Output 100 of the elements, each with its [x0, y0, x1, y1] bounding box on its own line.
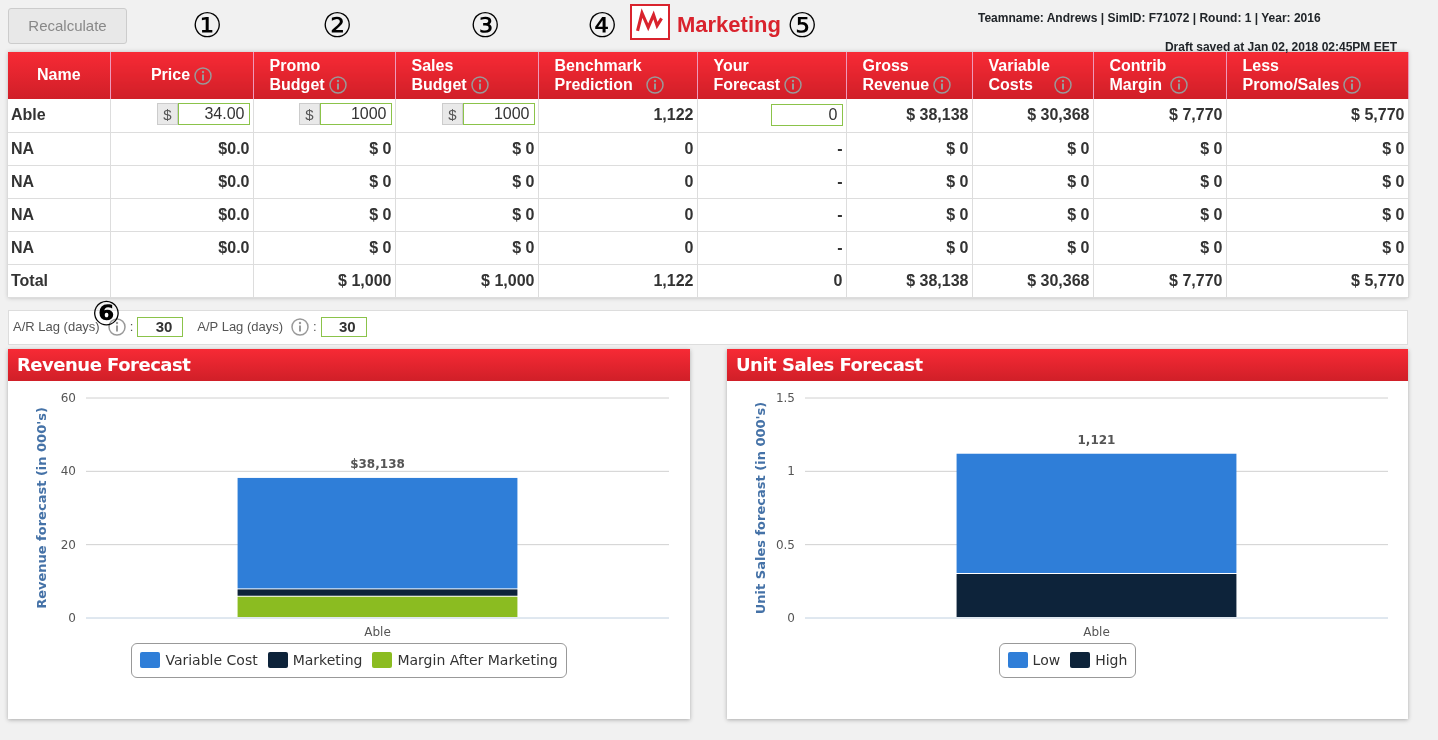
table-cell: $ 0	[253, 198, 395, 231]
number-input[interactable]: 1000	[319, 103, 392, 126]
table-cell: $ 0	[972, 198, 1093, 231]
axis-tick-label: 0	[68, 610, 76, 625]
table-cell: 1,122	[538, 264, 697, 297]
table-cell: $ 0	[253, 165, 395, 198]
number-input[interactable]: 34.00	[177, 103, 250, 126]
axis-tick-label: 1.5	[775, 390, 795, 405]
axis-tick-label: 40	[60, 463, 76, 478]
column-header: Sales Budget	[395, 52, 538, 99]
table-cell: 1,122	[538, 99, 697, 132]
table-cell: Total	[8, 264, 110, 297]
axis-title: Unit Sales forecast (in 000's)	[753, 401, 768, 614]
legend-swatch	[372, 651, 393, 668]
legend-label[interactable]: Variable Cost	[165, 651, 258, 668]
table-cell: $ 38,138	[846, 99, 972, 132]
table-cell: $ 0	[972, 132, 1093, 165]
table-cell: $0.0	[110, 132, 253, 165]
info-icon	[291, 318, 310, 336]
panel-title: Unit Sales Forecast	[727, 348, 1408, 381]
table-cell: $ 0	[1093, 198, 1226, 231]
currency-addon: $	[442, 103, 463, 126]
data-label: $38,138	[350, 456, 405, 471]
table-cell: 0	[538, 132, 697, 165]
number-input[interactable]: 1000	[462, 103, 535, 126]
table-cell: $ 0	[395, 132, 538, 165]
column-header: Promo Budget	[253, 52, 395, 99]
callout-number: ①	[192, 8, 223, 42]
table-cell: $ 7,770	[1093, 264, 1226, 297]
currency-addon: $	[299, 103, 320, 126]
table-cell: $ 0	[846, 231, 972, 264]
colon-label: :	[313, 318, 317, 337]
table-cell: $ 0	[395, 165, 538, 198]
table-cell: $ 0	[1226, 132, 1408, 165]
axis-tick-label: 1	[787, 463, 795, 478]
legend-swatch	[267, 651, 288, 668]
column-header: Variable Costs	[972, 52, 1093, 99]
legend-swatch	[1007, 651, 1028, 668]
axis-category-label: Able	[1083, 624, 1110, 639]
table-cell: -	[697, 231, 846, 264]
column-header: Name	[8, 52, 110, 99]
table-cell: Able	[8, 99, 110, 132]
axis-category-label: Able	[364, 624, 391, 639]
axis-tick-label: 20	[60, 537, 76, 552]
axis-tick-label: 0.5	[775, 537, 795, 552]
table-cell: $ 0	[972, 231, 1093, 264]
table-cell: $ 0	[1226, 231, 1408, 264]
table-cell: $ 0	[1093, 165, 1226, 198]
table-cell: $ 0	[846, 132, 972, 165]
table-cell: $ 0	[395, 231, 538, 264]
table-cell: $ 1,000	[253, 264, 395, 297]
axis-tick-label: 0	[787, 610, 795, 625]
table-cell: $ 5,770	[1226, 99, 1408, 132]
legend-label[interactable]: High	[1095, 651, 1128, 668]
legend-label[interactable]: Margin After Marketing	[397, 651, 558, 668]
column-header: Contrib Margin	[1093, 52, 1226, 99]
legend-swatch	[1070, 651, 1091, 668]
table-cell: NA	[8, 231, 110, 264]
table-cell: -	[697, 165, 846, 198]
table-cell: -	[697, 198, 846, 231]
table-cell: 0	[538, 165, 697, 198]
data-label: 1,121	[1077, 432, 1116, 447]
table-cell: 0	[538, 198, 697, 231]
team-info: Teamname: Andrews | SimID: F71072 | Round: 1 | Year: 2016	[978, 12, 1322, 26]
legend-label[interactable]: Marketing	[292, 651, 363, 668]
column-header: Benchmark Prediction	[538, 52, 697, 99]
column-header: Less Promo/Sales	[1226, 52, 1408, 99]
axis-tick-label: 60	[60, 390, 76, 405]
callout-number: ②	[322, 8, 353, 42]
table-cell: $ 0	[253, 132, 395, 165]
legend-label[interactable]: Low	[1032, 651, 1061, 668]
table-cell: 0	[538, 231, 697, 264]
lag-input[interactable]: 30	[137, 317, 184, 337]
table-cell: $ 0	[1093, 132, 1226, 165]
table-cell: $0.0	[110, 231, 253, 264]
table-cell: $ 0	[1226, 165, 1408, 198]
axis-title: Revenue forecast (in 000's)	[34, 406, 49, 609]
callout-number: ③	[470, 8, 501, 42]
table-cell: $ 5,770	[1226, 264, 1408, 297]
table-cell: $ 0	[972, 165, 1093, 198]
currency-addon: $	[157, 103, 178, 126]
callout-number: ④	[587, 8, 618, 42]
table-cell: $ 0	[253, 231, 395, 264]
app-title: Marketing	[677, 11, 781, 39]
table-cell: $ 0	[395, 198, 538, 231]
table-cell: $ 30,368	[972, 99, 1093, 132]
table-cell: NA	[8, 198, 110, 231]
callout-number: ⑤	[787, 8, 818, 42]
table-cell: $ 7,770	[1093, 99, 1226, 132]
colon-label: :	[129, 318, 134, 337]
field-label: A/P Lag (days)	[197, 318, 284, 337]
lag-input[interactable]: 30	[320, 317, 367, 337]
number-input[interactable]: 0	[770, 104, 843, 127]
table-cell: $ 0	[846, 165, 972, 198]
column-header: Price	[110, 52, 253, 99]
table-cell: $ 30,368	[972, 264, 1093, 297]
table-cell: $ 0	[846, 198, 972, 231]
table-cell: $ 0	[1226, 198, 1408, 231]
table-cell: NA	[8, 132, 110, 165]
table-cell: 0	[697, 264, 846, 297]
